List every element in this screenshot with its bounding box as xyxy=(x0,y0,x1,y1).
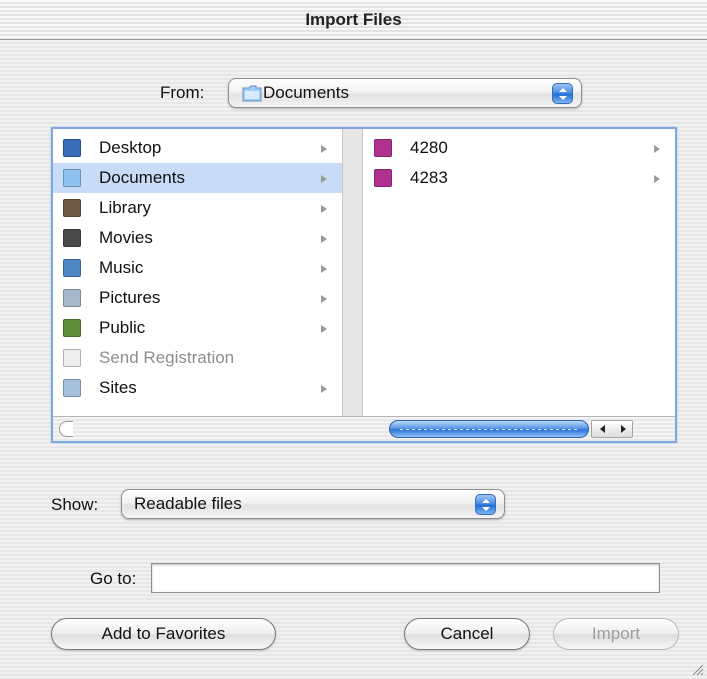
file-browser[interactable]: Desktop Documents Library Movies Music Pictur… xyxy=(51,127,677,443)
goto-label: Go to: xyxy=(90,569,137,588)
disclosure-arrow-icon xyxy=(321,265,327,273)
browser-item-label: Public xyxy=(99,318,146,337)
magenta-folder-icon xyxy=(374,169,392,187)
document-icon xyxy=(63,349,81,367)
folder-icon xyxy=(63,169,81,187)
browser-item[interactable]: Send Registration xyxy=(53,343,342,373)
scroll-left-arrow-icon[interactable] xyxy=(593,421,613,437)
show-popup[interactable]: Readable files xyxy=(121,489,505,519)
column-divider[interactable] xyxy=(343,129,363,416)
desktop-icon xyxy=(63,139,81,157)
browser-item[interactable]: Pictures xyxy=(53,283,342,313)
disclosure-arrow-icon xyxy=(321,325,327,333)
browser-item[interactable]: Library xyxy=(53,193,342,223)
browser-item-label: 4280 xyxy=(410,138,448,157)
scroll-right-arrow-icon[interactable] xyxy=(613,421,633,437)
popup-arrows-icon xyxy=(475,494,496,515)
browser-item-label: Documents xyxy=(99,168,185,187)
browser-item[interactable]: Public xyxy=(53,313,342,343)
sites-folder-icon xyxy=(63,379,81,397)
scroll-arrows[interactable] xyxy=(591,420,633,438)
from-label: From: xyxy=(160,83,205,102)
disclosure-arrow-icon xyxy=(321,205,327,213)
browser-item[interactable]: 4283 xyxy=(364,163,675,193)
scrollbar-track-end xyxy=(59,421,73,437)
disclosure-arrow-icon xyxy=(654,145,660,153)
library-folder-icon xyxy=(63,199,81,217)
window-title: Import Files xyxy=(0,0,707,40)
from-popup[interactable]: Documents xyxy=(228,78,582,108)
public-folder-icon xyxy=(63,319,81,337)
browser-item[interactable]: Movies xyxy=(53,223,342,253)
import-button[interactable]: Import xyxy=(553,618,679,650)
folder-icon xyxy=(242,85,262,102)
horizontal-scrollbar[interactable] xyxy=(53,416,675,441)
browser-item[interactable]: Desktop xyxy=(53,133,342,163)
disclosure-arrow-icon xyxy=(654,175,660,183)
add-to-favorites-button[interactable]: Add to Favorites xyxy=(51,618,276,650)
disclosure-arrow-icon xyxy=(321,235,327,243)
scrollbar-thumb[interactable] xyxy=(389,420,589,438)
disclosure-arrow-icon xyxy=(321,145,327,153)
disclosure-arrow-icon xyxy=(321,175,327,183)
magenta-folder-icon xyxy=(374,139,392,157)
show-popup-value: Readable files xyxy=(134,494,242,513)
disclosure-arrow-icon xyxy=(321,295,327,303)
browser-item[interactable]: 4280 xyxy=(364,133,675,163)
movies-folder-icon xyxy=(63,229,81,247)
resize-grip-icon[interactable] xyxy=(690,662,704,676)
show-label: Show: xyxy=(51,495,99,514)
browser-column-2[interactable]: 4280 4283 xyxy=(364,129,675,416)
browser-item[interactable]: Music xyxy=(53,253,342,283)
goto-input[interactable] xyxy=(151,563,660,593)
pictures-folder-icon xyxy=(63,289,81,307)
browser-item-label: Library xyxy=(99,198,151,217)
browser-column-1[interactable]: Desktop Documents Library Movies Music Pictur… xyxy=(53,129,343,416)
music-folder-icon xyxy=(63,259,81,277)
browser-item[interactable]: Sites xyxy=(53,373,342,403)
disclosure-arrow-icon xyxy=(321,385,327,393)
from-popup-value: Documents xyxy=(263,83,349,102)
browser-item-label: Music xyxy=(99,258,144,277)
browser-item-label: Movies xyxy=(99,228,153,247)
browser-item-label: Desktop xyxy=(99,138,162,157)
cancel-button[interactable]: Cancel xyxy=(404,618,530,650)
browser-item-label: Sites xyxy=(99,378,137,397)
browser-item[interactable]: Documents xyxy=(53,163,342,193)
popup-arrows-icon xyxy=(552,83,573,104)
browser-item-label: Pictures xyxy=(99,288,161,307)
browser-item-label: 4283 xyxy=(410,168,448,187)
browser-item-label: Send Registration xyxy=(99,348,235,367)
